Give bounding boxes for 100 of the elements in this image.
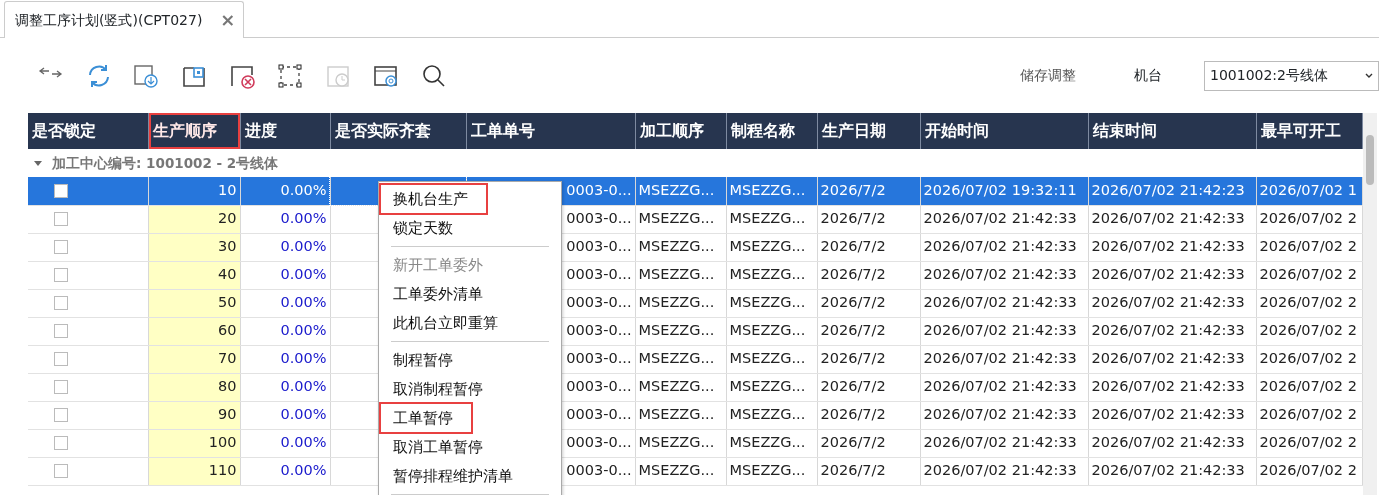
progress-cell: 0.00% <box>240 289 330 317</box>
lock-cell[interactable] <box>28 401 148 429</box>
table-cell: 2026/07/02 2 <box>1256 345 1362 373</box>
table-cell: MSEZZG... <box>726 345 817 373</box>
table-cell: 2026/07/02 21:42:33 <box>1088 401 1256 429</box>
checkbox[interactable] <box>54 183 68 198</box>
selection-icon[interactable] <box>276 61 304 90</box>
table-cell: 2026/07/02 2 <box>1256 289 1362 317</box>
table-cell: MSEZZG... <box>635 317 726 345</box>
sequence-cell: 110 <box>148 457 240 485</box>
lock-cell[interactable] <box>28 373 148 401</box>
table-cell: 2026/7/2 <box>817 205 920 233</box>
column-header[interactable]: 最早可开工 <box>1256 113 1362 149</box>
lock-cell[interactable] <box>28 317 148 345</box>
column-header[interactable]: 进度 <box>240 113 330 149</box>
table-cell: 2026/07/02 2 <box>1256 401 1362 429</box>
sequence-cell: 30 <box>148 233 240 261</box>
lock-cell[interactable] <box>28 233 148 261</box>
table-cell: 2026/07/02 21:42:33 <box>920 401 1088 429</box>
table-cell: 2026/07/02 2 <box>1256 317 1362 345</box>
table-cell: 2026/07/02 2 <box>1256 373 1362 401</box>
table-cell: 2026/07/02 2 <box>1256 233 1362 261</box>
table-cell: MSEZZG... <box>635 177 726 205</box>
column-header[interactable]: 开始时间 <box>920 113 1088 149</box>
checkbox[interactable] <box>54 352 68 367</box>
table-cell: 2026/7/2 <box>817 429 920 457</box>
checkbox[interactable] <box>54 268 68 283</box>
checkbox[interactable] <box>54 240 68 255</box>
checkbox[interactable] <box>54 408 68 423</box>
machine-label: 机台 <box>1134 66 1162 85</box>
table-cell: 2026/7/2 <box>817 317 920 345</box>
save-adjust-link[interactable]: 储存调整 <box>1020 65 1076 86</box>
checkbox[interactable] <box>54 296 68 311</box>
table-cell: 2026/7/2 <box>817 457 920 485</box>
table-cell: 2026/07/02 21:42:33 <box>920 429 1088 457</box>
checkbox[interactable] <box>54 436 68 451</box>
table-cell: 2026/7/2 <box>817 373 920 401</box>
table-cell: MSEZZG... <box>726 457 817 485</box>
column-header[interactable]: 制程名称 <box>726 113 817 149</box>
table-cell: MSEZZG... <box>635 345 726 373</box>
table-cell: 2026/07/02 21:42:33 <box>920 261 1088 289</box>
table-cell: 2026/7/2 <box>817 401 920 429</box>
table-cell: MSEZZG... <box>726 373 817 401</box>
lock-cell[interactable] <box>28 261 148 289</box>
checkbox[interactable] <box>54 324 68 339</box>
progress-cell: 0.00% <box>240 429 330 457</box>
table-cell: 2026/07/02 21:42:33 <box>920 317 1088 345</box>
sequence-cell: 100 <box>148 429 240 457</box>
group-label: 加工中心编号: 1001002 - 2号线体 <box>52 154 279 171</box>
lock-cell[interactable] <box>28 205 148 233</box>
lock-cell[interactable] <box>28 345 148 373</box>
checkbox[interactable] <box>54 380 68 395</box>
column-header[interactable]: 是否实际齐套 <box>330 113 466 149</box>
table-cell: MSEZZG... <box>635 289 726 317</box>
table-cell: MSEZZG... <box>635 205 726 233</box>
column-header[interactable]: 生产日期 <box>817 113 920 149</box>
column-header[interactable]: 加工顺序 <box>635 113 726 149</box>
column-header[interactable]: 是否锁定 <box>28 113 148 149</box>
expand-caret-icon[interactable] <box>34 161 42 167</box>
sequence-cell: 40 <box>148 261 240 289</box>
dropdown-caret-icon[interactable] <box>1364 71 1374 80</box>
table-cell: MSEZZG... <box>635 429 726 457</box>
table-cell: MSEZZG... <box>726 317 817 345</box>
table-cell: 2026/07/02 21:42:33 <box>1088 373 1256 401</box>
column-header[interactable]: 生产顺序 <box>148 113 240 149</box>
machine-select[interactable]: 1001002:2号线体 <box>1204 60 1379 91</box>
column-header[interactable]: 结束时间 <box>1088 113 1256 149</box>
table-cell: 2026/07/02 21:42:33 <box>1088 457 1256 485</box>
checkbox[interactable] <box>54 212 68 227</box>
document-tab[interactable]: 调整工序计划(竖式)(CPT027) × <box>4 1 245 38</box>
close-icon[interactable]: × <box>220 11 236 29</box>
lock-cell[interactable] <box>28 289 148 317</box>
table-cell: MSEZZG... <box>726 429 817 457</box>
table-cell: MSEZZG... <box>635 401 726 429</box>
table-cell: 2026/07/02 21:42:33 <box>920 205 1088 233</box>
progress-cell: 0.00% <box>240 205 330 233</box>
progress-cell: 0.00% <box>240 457 330 485</box>
sequence-cell: 70 <box>148 345 240 373</box>
menu-item[interactable]: 制程暂停 <box>381 346 465 374</box>
table-cell: MSEZZG... <box>726 177 817 205</box>
table-cell: MSEZZG... <box>726 205 817 233</box>
table-cell: MSEZZG... <box>635 457 726 485</box>
table-cell: 2026/07/02 2 <box>1256 457 1362 485</box>
table-cell: 2026/07/02 2 <box>1256 261 1362 289</box>
progress-cell: 0.00% <box>240 233 330 261</box>
menu-item[interactable]: 锁定天数 <box>381 214 465 242</box>
table-cell: MSEZZG... <box>726 289 817 317</box>
lock-cell[interactable] <box>28 177 148 205</box>
progress-cell: 0.00% <box>240 261 330 289</box>
table-cell: 2026/07/02 1 <box>1256 177 1362 205</box>
sequence-cell: 50 <box>148 289 240 317</box>
lock-cell[interactable] <box>28 457 148 485</box>
table-cell: MSEZZG... <box>726 261 817 289</box>
tab-title: 调整工序计划(竖式)(CPT027) <box>15 10 203 30</box>
lock-cell[interactable] <box>28 429 148 457</box>
column-header[interactable]: 工单单号 <box>466 113 635 149</box>
table-cell: 2026/07/02 21:42:33 <box>920 233 1088 261</box>
table-cell: 2026/07/02 2 <box>1256 205 1362 233</box>
table-cell: 2026/07/02 21:42:33 <box>1088 345 1256 373</box>
checkbox[interactable] <box>54 464 68 479</box>
